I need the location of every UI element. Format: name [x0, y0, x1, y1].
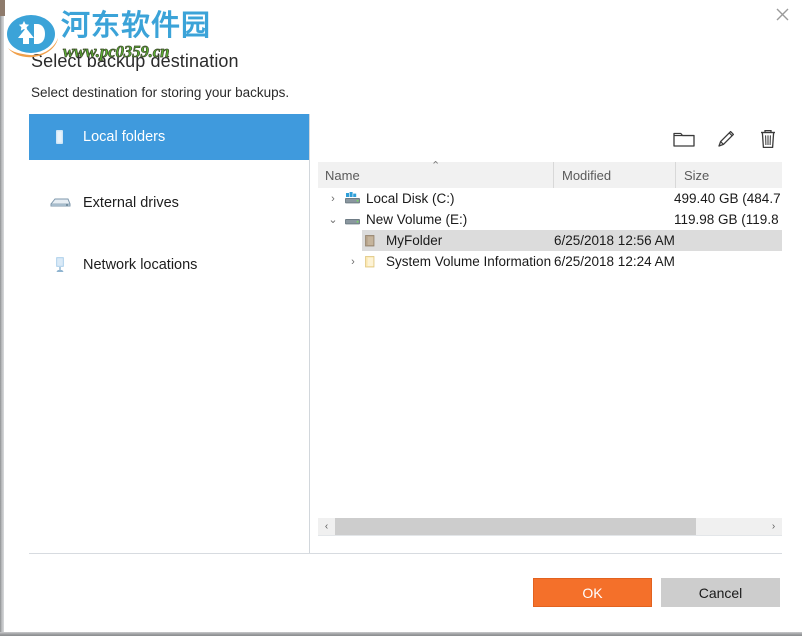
ok-button[interactable]: OK	[533, 578, 652, 607]
window-frame-bottom	[0, 632, 802, 636]
scroll-left-arrow-icon[interactable]: ‹	[318, 518, 335, 535]
destination-category-sidebar: Local folders External drives Network lo…	[29, 114, 309, 553]
row-name: MyFolder	[386, 233, 443, 248]
row-modified: 6/25/2018 12:24 AM	[554, 254, 675, 269]
row-name: New Volume (E:)	[366, 212, 468, 227]
column-header-modified-label: Modified	[562, 167, 612, 183]
sidebar-item-label: Local folders	[83, 129, 166, 145]
close-icon	[776, 8, 789, 21]
footer-divider	[29, 553, 782, 554]
new-folder-button[interactable]	[672, 128, 696, 154]
scrollbar-thumb[interactable]	[335, 518, 697, 535]
column-header-size-label: Size	[684, 167, 710, 183]
sidebar-item-network-locations[interactable]: Network locations	[29, 242, 309, 288]
delete-button[interactable]	[756, 128, 780, 154]
destination-file-browser: Name ⌃ Modified Size › Local Disk (C:) 4…	[318, 114, 782, 553]
sidebar-divider	[309, 114, 310, 553]
new-folder-icon	[673, 129, 695, 153]
pencil-icon	[715, 128, 737, 155]
column-header-size[interactable]: Size	[675, 162, 782, 188]
column-header-modified[interactable]: Modified	[553, 162, 675, 188]
file-list-bottom-border	[318, 535, 782, 536]
column-header-name[interactable]: Name ⌃	[318, 160, 553, 188]
sidebar-item-external-drives[interactable]: External drives	[29, 180, 309, 226]
sidebar-item-local-folders[interactable]: Local folders	[29, 114, 309, 160]
sidebar-item-label: Network locations	[83, 257, 198, 273]
trash-icon	[758, 128, 778, 155]
page-title: Select backup destination	[31, 51, 239, 71]
rename-button[interactable]	[714, 128, 738, 154]
table-row[interactable]: ⌄ New Volume (E:) 119.98 GB (119.8	[318, 209, 782, 230]
watermark-site-name: 河东软件园	[61, 8, 212, 42]
table-row[interactable]: › System Volume Information 6/25/2018 12…	[318, 251, 782, 272]
dialog-window: Select backup destination Select destina…	[0, 0, 802, 636]
sidebar-item-label: External drives	[83, 195, 179, 211]
row-name: System Volume Information	[386, 254, 552, 269]
close-button[interactable]	[762, 0, 802, 28]
scrollbar-track[interactable]	[335, 518, 765, 535]
folder-drive-icon	[45, 129, 75, 145]
cancel-button[interactable]: Cancel	[661, 578, 780, 607]
file-list-column-header: Name ⌃ Modified Size	[318, 160, 782, 188]
expander-chevron-right-icon[interactable]: ›	[326, 193, 340, 205]
table-row[interactable]: › Local Disk (C:) 499.40 GB (484.7	[318, 188, 782, 209]
sort-ascending-icon: ⌃	[431, 160, 441, 172]
folder-icon-yellow	[364, 254, 382, 270]
row-size: 119.98 GB (119.8	[674, 212, 779, 227]
row-name: Local Disk (C:)	[366, 191, 455, 206]
window-frame-corner-tick	[0, 0, 5, 16]
external-drive-icon	[45, 196, 75, 210]
table-row[interactable]: MyFolder 6/25/2018 12:56 AM	[318, 230, 782, 251]
dialog-footer: OK Cancel	[0, 560, 802, 620]
file-browser-toolbar	[672, 124, 780, 158]
row-size: 499.40 GB (484.7	[674, 191, 781, 206]
hard-drive-icon	[344, 191, 362, 207]
expander-chevron-down-icon[interactable]: ⌄	[326, 213, 340, 226]
file-list-rows: › Local Disk (C:) 499.40 GB (484.7 ⌄ New…	[318, 188, 782, 524]
folder-icon-brown	[364, 233, 382, 249]
expander-chevron-right-icon[interactable]: ›	[346, 256, 360, 268]
page-subtitle: Select destination for storing your back…	[31, 85, 290, 100]
row-modified: 6/25/2018 12:56 AM	[554, 233, 675, 248]
horizontal-scrollbar[interactable]: ‹ ›	[318, 518, 782, 535]
window-frame-inner	[4, 0, 6, 612]
scroll-right-arrow-icon[interactable]: ›	[765, 518, 782, 535]
network-drive-icon	[45, 256, 75, 274]
hard-drive-icon	[344, 212, 362, 228]
column-header-name-label: Name	[325, 167, 360, 183]
